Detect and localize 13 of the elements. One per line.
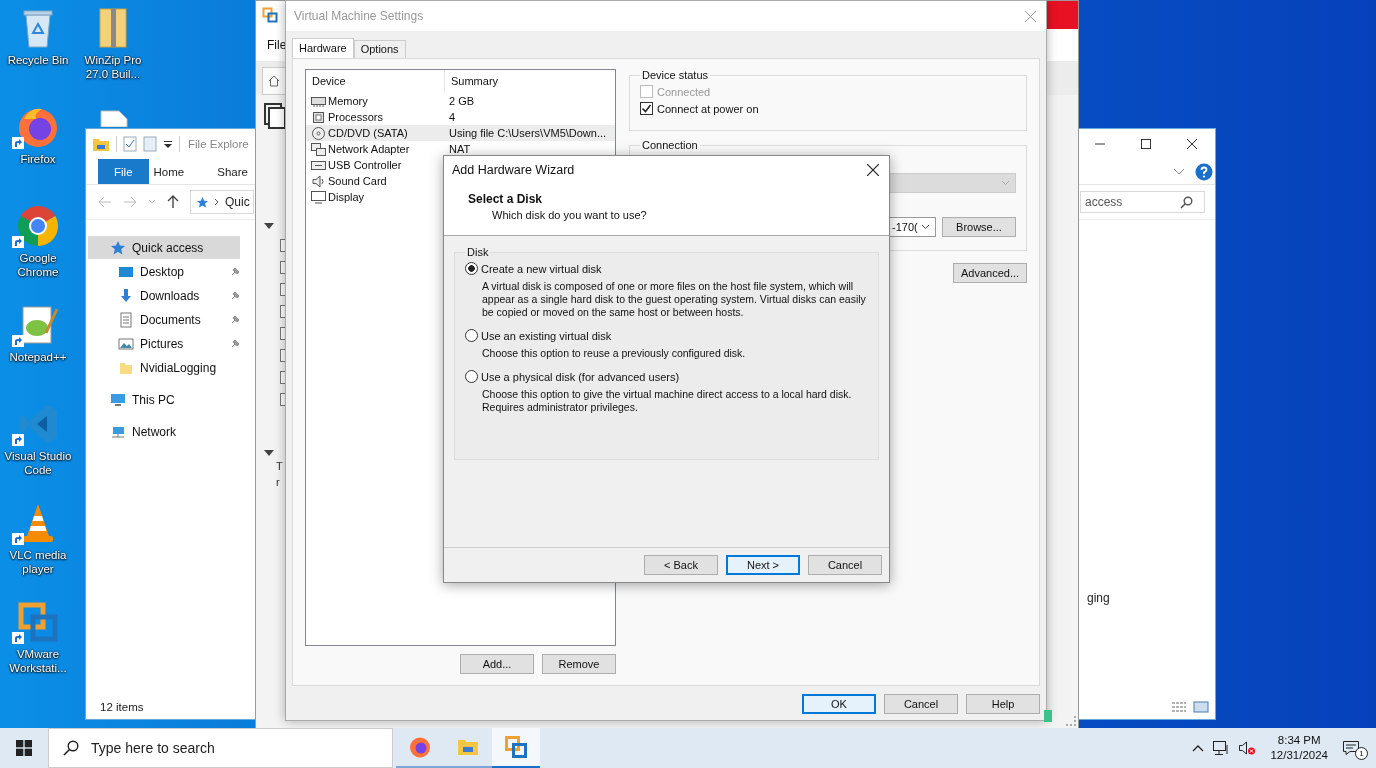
group-label: Device status [641, 69, 710, 81]
page-heading: Select a Disk [468, 192, 544, 206]
notification-count: 1 [1355, 747, 1368, 760]
group-label: Disk [466, 246, 490, 258]
option-description: A virtual disk is composed of one or more files on the host file system, which will appear as a single hard disk to the guest operating system. Virtual disks can easily be copied or moved on the same host or between hosts. [482, 280, 866, 319]
window-title: Add Hardware Wizard [452, 162, 575, 177]
window-title: File Explore [188, 138, 249, 150]
group-label: Connection [641, 139, 699, 151]
option-description: Choose this option to reuse a previously configured disk. [482, 347, 747, 360]
page-subheading: Which disk do you want to use? [491, 209, 648, 221]
status-text: 12 items [100, 701, 144, 713]
window-title: Virtual Machine Settings [294, 9, 424, 23]
option-description: Choose this option to give the virtual machine direct access to a local hard disk. Requires administrator privileges. [482, 388, 853, 414]
